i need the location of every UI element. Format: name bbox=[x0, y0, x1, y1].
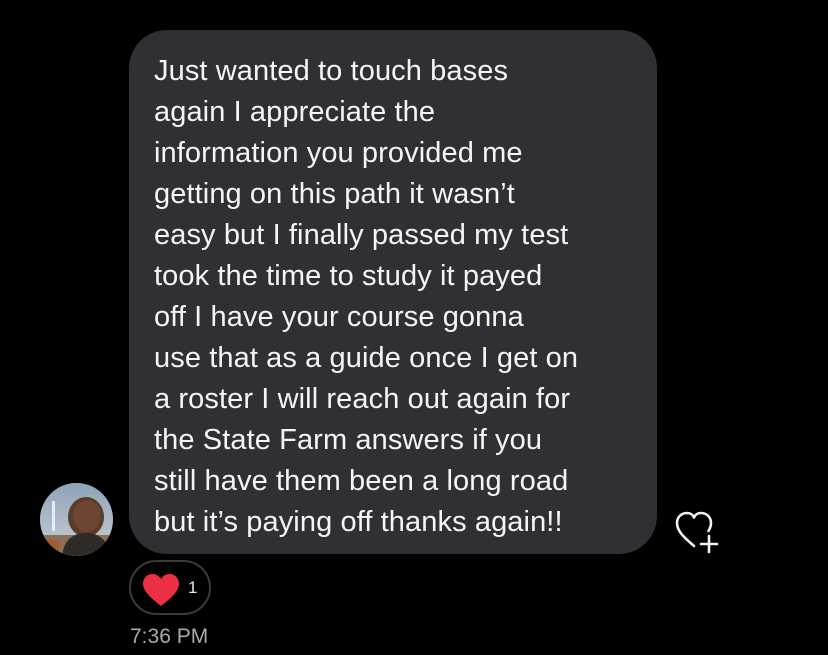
message-line: took the time to study it payed bbox=[154, 260, 543, 292]
message-line: easy but I finally passed my test bbox=[154, 219, 569, 251]
message-timestamp: 7:36 PM bbox=[130, 625, 209, 648]
message-line: still have them been a long road bbox=[154, 465, 569, 497]
message-line: Just wanted to touch bases bbox=[154, 55, 509, 87]
avatar-photo bbox=[40, 483, 113, 556]
message-line: again I appreciate the bbox=[154, 96, 436, 128]
avatar[interactable] bbox=[40, 483, 113, 556]
heart-icon bbox=[143, 574, 179, 606]
message-line: a roster I will reach out again for bbox=[154, 383, 571, 415]
like-message-button[interactable] bbox=[672, 506, 724, 556]
reaction-badge[interactable]: 1 bbox=[129, 560, 211, 615]
message-line: the State Farm answers if you bbox=[154, 424, 543, 456]
message-line: but it’s paying off thanks again!! bbox=[154, 506, 563, 538]
heart-plus-icon bbox=[675, 511, 719, 554]
reaction-count: 1 bbox=[188, 578, 198, 597]
message-line: getting on this path it wasn’t bbox=[154, 178, 515, 210]
chat-screen: Just wanted to touch bases again I appre… bbox=[0, 0, 828, 655]
message-bubble[interactable]: Just wanted to touch bases again I appre… bbox=[129, 30, 657, 554]
message-line: off I have your course gonna bbox=[154, 301, 524, 333]
message-line: information you provided me bbox=[154, 137, 523, 169]
message-line: use that as a guide once I get on bbox=[154, 342, 579, 374]
